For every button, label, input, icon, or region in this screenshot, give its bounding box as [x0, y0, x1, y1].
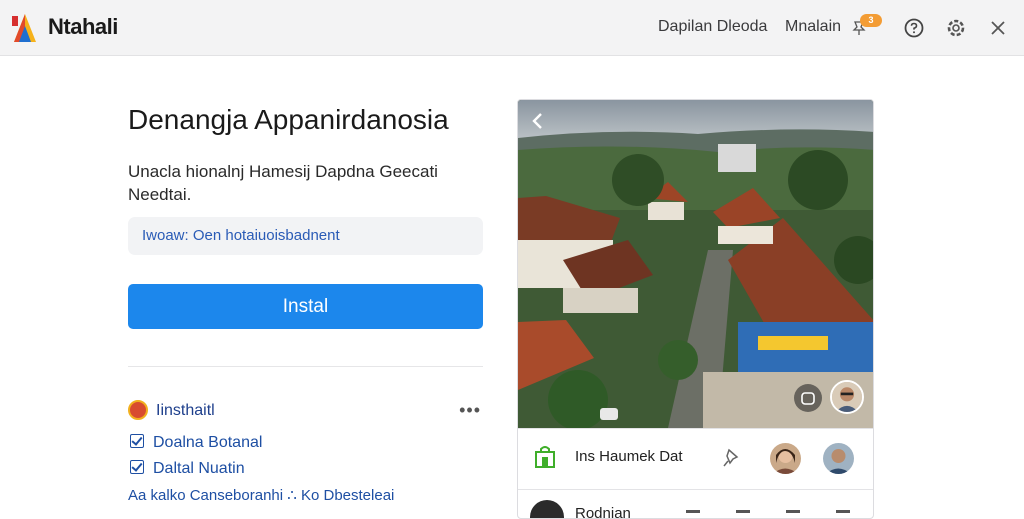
top-bar: Ntahali Dapilan Dleoda Mnalain 3 — [0, 0, 1024, 56]
header-link-1[interactable]: Dapilan Dleoda — [658, 18, 767, 36]
shopping-bag-icon — [535, 446, 555, 468]
install-button[interactable]: Instal — [128, 284, 483, 329]
card-info-row: Ins Haumek Dat — [518, 428, 873, 490]
notification-badge: 3 — [860, 14, 882, 27]
settings-icon[interactable] — [945, 17, 967, 39]
user-avatar[interactable] — [830, 380, 864, 414]
checkbox-label: Doalna Botanal — [153, 434, 263, 451]
publisher-avatar — [128, 400, 148, 420]
checkbox-item-2[interactable]: Daltal Nuatin — [130, 460, 245, 480]
checkbox-icon[interactable] — [130, 460, 144, 474]
more-options-icon[interactable]: ••• — [459, 400, 481, 421]
info-box: Iwoaw: Oen hotaiuoisbadnent — [128, 217, 483, 255]
publisher-name[interactable]: Iinsthaitl — [156, 402, 215, 420]
app-name: Ntahali — [48, 14, 118, 39]
checkbox-icon[interactable] — [130, 434, 144, 448]
close-icon[interactable] — [987, 17, 1009, 39]
card-row-title: Ins Haumek Dat — [575, 448, 683, 465]
app-logo-icon — [12, 14, 36, 42]
page-title: Denangja Appanirdanosia — [128, 104, 449, 135]
card-second-row: Rodnian — [518, 490, 873, 519]
avatar[interactable] — [530, 500, 564, 518]
card-second-name: Rodnian — [575, 505, 631, 519]
village-photo — [518, 100, 873, 428]
help-icon[interactable] — [903, 17, 925, 39]
avatar[interactable] — [823, 443, 854, 474]
camera-icon[interactable] — [794, 384, 822, 412]
divider — [128, 366, 483, 367]
footer-link[interactable]: Aa kalko Canseboranhi ∴ Ko Dbesteleai — [128, 486, 394, 504]
app-description: Unacla hionalnj Hamesij Dapdna Geecati N… — [128, 162, 438, 204]
avatar[interactable] — [770, 443, 801, 474]
pin-icon[interactable] — [721, 447, 743, 469]
header-link-2[interactable]: Mnalain — [785, 18, 841, 36]
checkbox-label: Daltal Nuatin — [153, 460, 245, 477]
back-icon[interactable] — [528, 110, 548, 132]
publisher-row[interactable]: Iinsthaitl ••• — [128, 400, 483, 422]
checkbox-item-1[interactable]: Doalna Botanal — [130, 434, 262, 454]
media-card: Ins Haumek Dat Rodnian — [517, 99, 874, 519]
